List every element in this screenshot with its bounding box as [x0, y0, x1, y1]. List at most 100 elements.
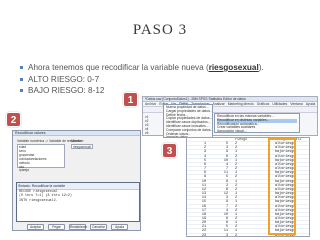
bullet-text-end: ).	[258, 63, 264, 72]
data-cell[interactable]: 2	[231, 217, 271, 221]
data-cell[interactable]: altoriesgo	[271, 209, 309, 213]
data-cell[interactable]: 4	[209, 209, 231, 213]
data-cell[interactable]: 6	[209, 188, 231, 192]
dialog-button[interactable]: Ayuda	[111, 224, 128, 230]
bullet-recode: Ahora tenemos que recodificar la variabl…	[20, 62, 310, 74]
data-cell[interactable]: altoriesgo	[271, 188, 309, 192]
listbox-item[interactable]: rpareja	[19, 169, 63, 173]
data-cell[interactable]: 1	[231, 221, 271, 225]
data-cell[interactable]: 1	[231, 213, 271, 217]
row-number: 15	[201, 200, 206, 205]
menu-item[interactable]: Archivo	[145, 102, 156, 106]
row-number: 12	[201, 187, 206, 192]
recode-submenu[interactable]: Recodificar en las mismas variables... Re…	[214, 113, 300, 133]
data-cell[interactable]: 1	[231, 180, 271, 184]
data-cell[interactable]: 1	[231, 192, 271, 196]
data-cell[interactable]: altoriesgo	[271, 142, 309, 146]
menu-item[interactable]: Ayuda	[306, 102, 316, 106]
data-cell[interactable]: bajoriesgo	[271, 213, 309, 217]
data-cell[interactable]: altoriesgo	[271, 217, 309, 221]
menu-item[interactable]: Marketing directo	[228, 102, 254, 106]
data-cell[interactable]: 12	[209, 192, 231, 196]
data-cell[interactable]: altoriesgo	[271, 205, 309, 209]
data-cell[interactable]: altoriesgo	[271, 225, 309, 229]
data-cell[interactable]: 7	[209, 205, 231, 209]
row-number: 2	[203, 146, 206, 151]
transform-menu[interactable]: Nueva propiedad de datos... Cargar propie…	[163, 104, 213, 138]
data-cell[interactable]: 6	[209, 155, 231, 159]
row-number: 5	[203, 158, 206, 163]
data-cell[interactable]: 10	[209, 213, 231, 217]
data-cell[interactable]: altoriesgo	[271, 234, 309, 236]
data-cell[interactable]: bajoriesgo	[271, 150, 309, 154]
submenu-item[interactable]: Agrupación visual...	[217, 129, 297, 132]
data-cell[interactable]: 2	[231, 146, 271, 150]
data-cell[interactable]: 3	[209, 146, 231, 150]
data-cell[interactable]: 2	[231, 188, 271, 192]
dialog-button[interactable]: Pegar	[48, 224, 65, 230]
data-cell[interactable]: 1	[231, 150, 271, 154]
data-cell[interactable]: 8	[209, 221, 231, 225]
data-cell[interactable]: 5	[209, 225, 231, 229]
data-cell[interactable]: 11	[209, 229, 231, 233]
menu-item[interactable]: Utilidades	[272, 102, 287, 106]
row-number: 6	[203, 162, 206, 167]
data-cell[interactable]: 9	[209, 150, 231, 154]
dialog-button[interactable]: Cancelar	[90, 224, 107, 230]
output-name-field[interactable]: riesgosexual	[71, 144, 93, 149]
data-cell[interactable]: 2	[231, 155, 271, 159]
data-cell[interactable]: bajoriesgo	[271, 180, 309, 184]
data-cell[interactable]: bajoriesgo	[271, 159, 309, 163]
data-cell[interactable]: 10	[209, 159, 231, 163]
dialog-button[interactable]: Aceptar	[27, 224, 44, 230]
menu-item[interactable]: Ventana	[290, 102, 302, 106]
variable-name: riesgosexual	[208, 63, 259, 72]
data-cell[interactable]: bajoriesgo	[271, 171, 309, 175]
data-cell[interactable]: 2	[231, 205, 271, 209]
data-cell[interactable]: 2	[209, 184, 231, 188]
data-cell[interactable]: 2	[231, 184, 271, 188]
step-badge-1: 1	[123, 92, 138, 107]
data-cell[interactable]: 1	[231, 200, 271, 204]
data-cell[interactable]: bajoriesgo	[271, 229, 309, 233]
data-cell[interactable]: 2	[231, 175, 271, 179]
data-cell[interactable]: 2	[231, 234, 271, 236]
data-cell[interactable]: 8	[209, 180, 231, 184]
data-cell[interactable]: 1	[231, 171, 271, 175]
data-cell[interactable]: 2	[231, 196, 271, 200]
data-cell[interactable]: 2	[231, 225, 271, 229]
data-cell[interactable]: 4	[209, 163, 231, 167]
data-cell[interactable]: 3	[209, 234, 231, 236]
data-cell[interactable]: 3	[209, 196, 231, 200]
row-number: 4	[203, 154, 206, 159]
row-number: 11	[201, 183, 206, 188]
data-cell[interactable]: altoriesgo	[271, 184, 309, 188]
variable-listbox[interactable]: edad sexo grupoedad conductarelaciones metod…	[17, 144, 65, 172]
data-cell[interactable]: altoriesgo	[271, 175, 309, 179]
data-cell[interactable]: 5	[209, 175, 231, 179]
data-cell[interactable]: bajoriesgo	[271, 200, 309, 204]
menu-item[interactable]: Gráficos	[257, 102, 270, 106]
data-cell[interactable]: altoriesgo	[271, 167, 309, 171]
data-cell[interactable]: altoriesgo	[271, 163, 309, 167]
data-cell[interactable]: 2	[231, 163, 271, 167]
syntax-box[interactable]: Sintaxis: Recodificar la variable RECODE…	[16, 182, 140, 222]
data-cell[interactable]: 1	[231, 159, 271, 163]
data-cell[interactable]: 2	[231, 167, 271, 171]
data-cell[interactable]: 2	[231, 142, 271, 146]
data-cell[interactable]: bajoriesgo	[271, 221, 309, 225]
data-cell[interactable]: altoriesgo	[271, 196, 309, 200]
data-cell[interactable]: 7	[209, 167, 231, 171]
data-cell[interactable]: 6	[209, 217, 231, 221]
data-cell[interactable]: 9	[209, 200, 231, 204]
data-cell[interactable]: bajoriesgo	[271, 192, 309, 196]
data-cell[interactable]: 1	[231, 229, 271, 233]
dialog-button[interactable]: Restablecer	[69, 224, 87, 230]
data-cell[interactable]: 5	[209, 142, 231, 146]
data-cell[interactable]: altoriesgo	[271, 146, 309, 150]
data-cell[interactable]: 2	[231, 209, 271, 213]
data-cell[interactable]: altoriesgo	[271, 155, 309, 159]
step-badge-3: 3	[162, 143, 177, 158]
data-cell[interactable]: 11	[209, 171, 231, 175]
menu-item[interactable]: Analizar	[212, 102, 224, 106]
